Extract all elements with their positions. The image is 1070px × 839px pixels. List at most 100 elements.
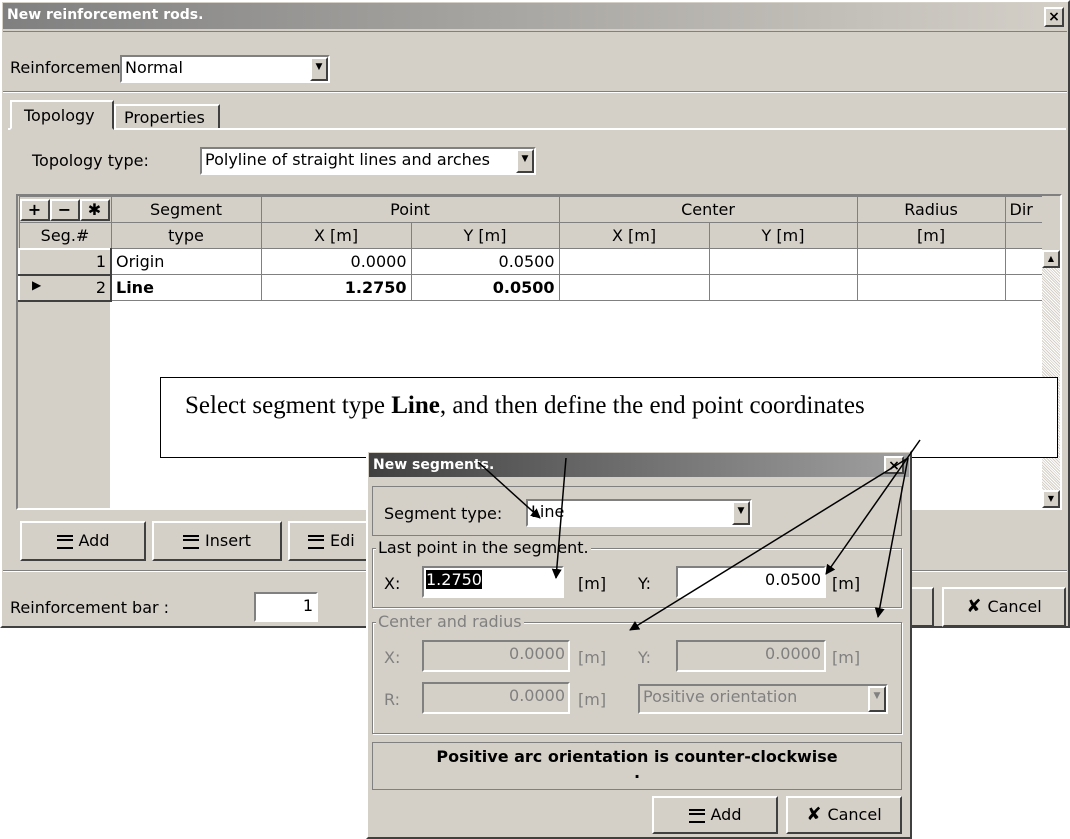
header-dir-unit — [1004, 222, 1044, 249]
edit-lines-icon — [308, 534, 324, 549]
scroll-up-button[interactable]: ▲ — [1042, 250, 1060, 268]
chevron-down-icon: ▼ — [868, 686, 886, 712]
header-seg-num: Seg.# — [18, 222, 112, 249]
radius-unit: [m] — [578, 690, 607, 709]
cell-dir[interactable] — [1004, 248, 1044, 275]
radius-label: R: — [384, 690, 401, 709]
x-label: X: — [384, 574, 401, 593]
cell-point-y[interactable]: 0.0500 — [410, 274, 560, 301]
cell-type[interactable]: Line — [110, 274, 262, 301]
cell-point-x[interactable]: 0.0000 — [260, 248, 412, 275]
cell-point-x[interactable]: 1.2750 — [260, 274, 412, 301]
main-cancel-label: Cancel — [987, 597, 1042, 616]
cell-dir[interactable] — [1004, 274, 1044, 301]
x-unit: [m] — [578, 574, 607, 593]
main-title-bar: New reinforcement rods. — [3, 3, 1067, 29]
segments-table: + − ✱ Segment Point Center Radius Dir Seg.… — [18, 196, 1044, 302]
dialog-add-button[interactable]: Add — [652, 796, 778, 834]
dialog-title-bar: New segments. — [369, 453, 909, 477]
tab-properties[interactable]: Properties — [114, 104, 220, 130]
dialog-cancel-label: Cancel — [827, 805, 882, 824]
header-type: type — [110, 222, 262, 249]
center-y-unit: [m] — [832, 648, 861, 667]
callout-text-after: , and then define the end point coordina… — [439, 392, 865, 419]
dialog-close-button[interactable]: × — [884, 456, 904, 474]
cancel-x-icon: ✘ — [966, 596, 982, 617]
center-x-unit: [m] — [578, 648, 607, 667]
table-row[interactable]: 1 Origin 0.0000 0.0500 — [18, 247, 1044, 276]
topology-type-label: Topology type: — [32, 151, 149, 170]
y-unit: [m] — [832, 574, 861, 593]
add-lines-icon — [688, 808, 705, 823]
add-row-icon[interactable]: + — [20, 198, 50, 221]
center-x-input[interactable]: 0.0000 — [422, 640, 570, 672]
reinforcement-label: Reinforcement — [10, 58, 127, 77]
asterisk-icon[interactable]: ✱ — [79, 198, 110, 221]
center-y-input[interactable]: 0.0000 — [676, 640, 826, 672]
row-number-cell[interactable]: 1 — [18, 247, 112, 276]
x-value: 1.2750 — [426, 570, 482, 589]
cell-center-y[interactable] — [708, 248, 858, 275]
chevron-down-icon: ▼ — [732, 501, 750, 525]
header-point-y: Y [m] — [410, 222, 560, 249]
cell-radius[interactable] — [856, 248, 1006, 275]
reinforcement-select[interactable]: Normal ▼ — [120, 55, 330, 83]
reinforcement-bar-panel — [3, 31, 1067, 33]
row-number: 1 — [95, 252, 106, 271]
dialog-title: New segments. — [373, 457, 495, 473]
row-number-cell[interactable]: ▶ 2 — [18, 273, 112, 302]
y-input[interactable]: 0.0500 — [676, 566, 826, 598]
tab-properties-label: Properties — [124, 108, 205, 127]
add-lines-icon — [56, 534, 73, 549]
insert-button[interactable]: Insert — [152, 521, 282, 561]
table-row[interactable]: ▶ 2 Line 1.2750 0.0500 — [18, 273, 1044, 302]
topology-type-select[interactable]: Polyline of straight lines and arches ▼ — [200, 147, 536, 175]
grid-tool-buttons: + − ✱ — [18, 196, 112, 223]
chevron-down-icon: ▼ — [310, 57, 328, 81]
orientation-select[interactable]: Positive orientation ▼ — [638, 684, 888, 714]
separator — [3, 91, 1067, 93]
tab-topology[interactable]: Topology — [10, 100, 114, 130]
radius-input[interactable]: 0.0000 — [422, 682, 570, 714]
insert-lines-icon — [183, 534, 200, 549]
main-cancel-button[interactable]: ✘ Cancel — [942, 587, 1066, 627]
scroll-down-button[interactable]: ▼ — [1042, 490, 1060, 508]
reinforcement-bar-input[interactable]: 1 — [254, 592, 318, 622]
cell-center-x[interactable] — [558, 248, 710, 275]
info-dot: . — [633, 763, 641, 782]
close-icon: × — [1048, 9, 1060, 25]
chevron-down-icon: ▼ — [516, 149, 534, 173]
current-row-icon: ▶ — [32, 278, 42, 292]
cancel-x-icon: ✘ — [806, 804, 822, 825]
cell-center-y[interactable] — [708, 274, 858, 301]
add-button[interactable]: Add — [20, 521, 146, 561]
tab-topology-label: Topology — [24, 106, 95, 125]
edit-button-label: Edi — [330, 531, 355, 550]
x-input[interactable]: 1.2750 — [422, 566, 564, 598]
header-point-x: X [m] — [260, 222, 412, 249]
main-title: New reinforcement rods. — [7, 7, 204, 23]
center-radius-group — [372, 622, 902, 734]
header-center: Center — [558, 196, 858, 223]
y-label: Y: — [638, 574, 652, 593]
center-y-label: Y: — [638, 648, 652, 667]
header-center-y: Y [m] — [708, 222, 858, 249]
remove-row-icon[interactable]: − — [49, 198, 80, 221]
cell-radius[interactable] — [856, 274, 1006, 301]
grid-corner — [1042, 196, 1060, 250]
cell-center-x[interactable] — [558, 274, 710, 301]
cell-point-y[interactable]: 0.0500 — [410, 248, 560, 275]
cell-type[interactable]: Origin — [110, 248, 262, 275]
header-radius: Radius — [856, 196, 1006, 223]
segment-type-label: Segment type: — [384, 504, 503, 523]
header-segment: Segment — [110, 196, 262, 223]
dialog-cancel-button[interactable]: ✘ Cancel — [786, 796, 902, 834]
header-dir: Dir — [1004, 196, 1044, 223]
orientation-value: Positive orientation — [643, 687, 798, 706]
header-radius-unit: [m] — [856, 222, 1006, 249]
callout-text: Select segment type Line, and then defin… — [185, 392, 865, 420]
edit-button[interactable]: Edi — [288, 521, 378, 561]
tab-panel — [8, 128, 1066, 130]
main-close-button[interactable]: × — [1044, 7, 1064, 27]
segment-type-select[interactable]: Line ▼ — [526, 499, 752, 527]
